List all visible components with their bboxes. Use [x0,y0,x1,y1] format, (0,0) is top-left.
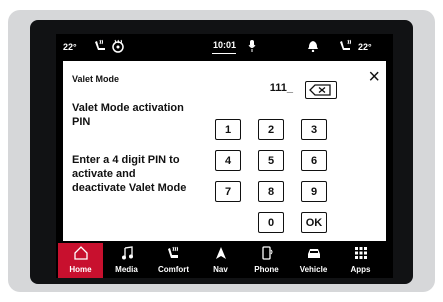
key-8[interactable]: 8 [258,181,284,202]
nav-label: Nav [213,265,228,274]
touchscreen: 22° 10:01 22° Valet Mode × Valet Mode ac… [56,34,393,278]
clock-underline [212,53,236,54]
pin-label: Valet Mode activation PIN [72,102,184,128]
backspace-icon[interactable] [306,82,336,98]
nav-label: Apps [350,265,371,274]
key-3[interactable]: 3 [301,119,327,140]
nav-nav[interactable]: Nav [198,243,243,278]
display-bezel: 22° 10:01 22° Valet Mode × Valet Mode ac… [0,0,443,302]
nav-phone[interactable]: Phone [244,243,289,278]
key-4[interactable]: 4 [215,150,241,171]
home-icon [58,246,103,262]
nav-apps[interactable]: Apps [338,243,383,278]
valet-mode-dialog: Valet Mode × Valet Mode activation PIN E… [63,61,386,241]
status-bar: 22° 10:01 22° [56,34,393,61]
heated-seat-icon[interactable] [94,39,108,55]
key-2[interactable]: 2 [258,119,284,140]
bottom-nav: Home Media Comfort Nav Phone Vehicle App… [56,243,393,278]
instructions-text: Enter a 4 digit PIN to activate and deac… [72,154,187,194]
ok-button[interactable]: OK [301,212,327,233]
car-icon [291,246,336,262]
key-0[interactable]: 0 [258,212,284,233]
key-9[interactable]: 9 [301,181,327,202]
nav-label: Vehicle [299,265,328,274]
backspace-button[interactable] [305,81,337,99]
phone-icon [244,246,289,262]
key-1[interactable]: 1 [215,119,241,140]
nav-comfort[interactable]: Comfort [151,243,196,278]
temperature-left: 22° [63,42,77,52]
music-note-icon [104,246,149,262]
temperature-right: 22° [358,42,372,52]
nav-label: Comfort [157,265,190,274]
key-6[interactable]: 6 [301,150,327,171]
close-button[interactable]: × [368,67,380,87]
apps-grid-icon [338,246,383,262]
heated-steering-icon[interactable] [111,39,125,55]
key-7[interactable]: 7 [215,181,241,202]
nav-vehicle[interactable]: Vehicle [291,243,336,278]
nav-label: Media [115,265,138,274]
seat-icon [151,246,196,262]
navigation-arrow-icon [198,246,243,262]
dialog-title: Valet Mode [72,74,120,84]
nav-label: Home [69,265,92,274]
microphone-icon[interactable] [248,40,256,54]
nav-home[interactable]: Home [58,243,103,278]
notification-bell-icon[interactable] [308,40,318,54]
close-icon[interactable]: × [368,66,380,88]
nav-label: Phone [254,265,279,274]
key-5[interactable]: 5 [258,150,284,171]
heated-seat-right-icon[interactable] [339,39,353,55]
pin-display: 111_ [269,82,293,94]
clock: 10:01 [213,40,237,50]
nav-media[interactable]: Media [104,243,149,278]
